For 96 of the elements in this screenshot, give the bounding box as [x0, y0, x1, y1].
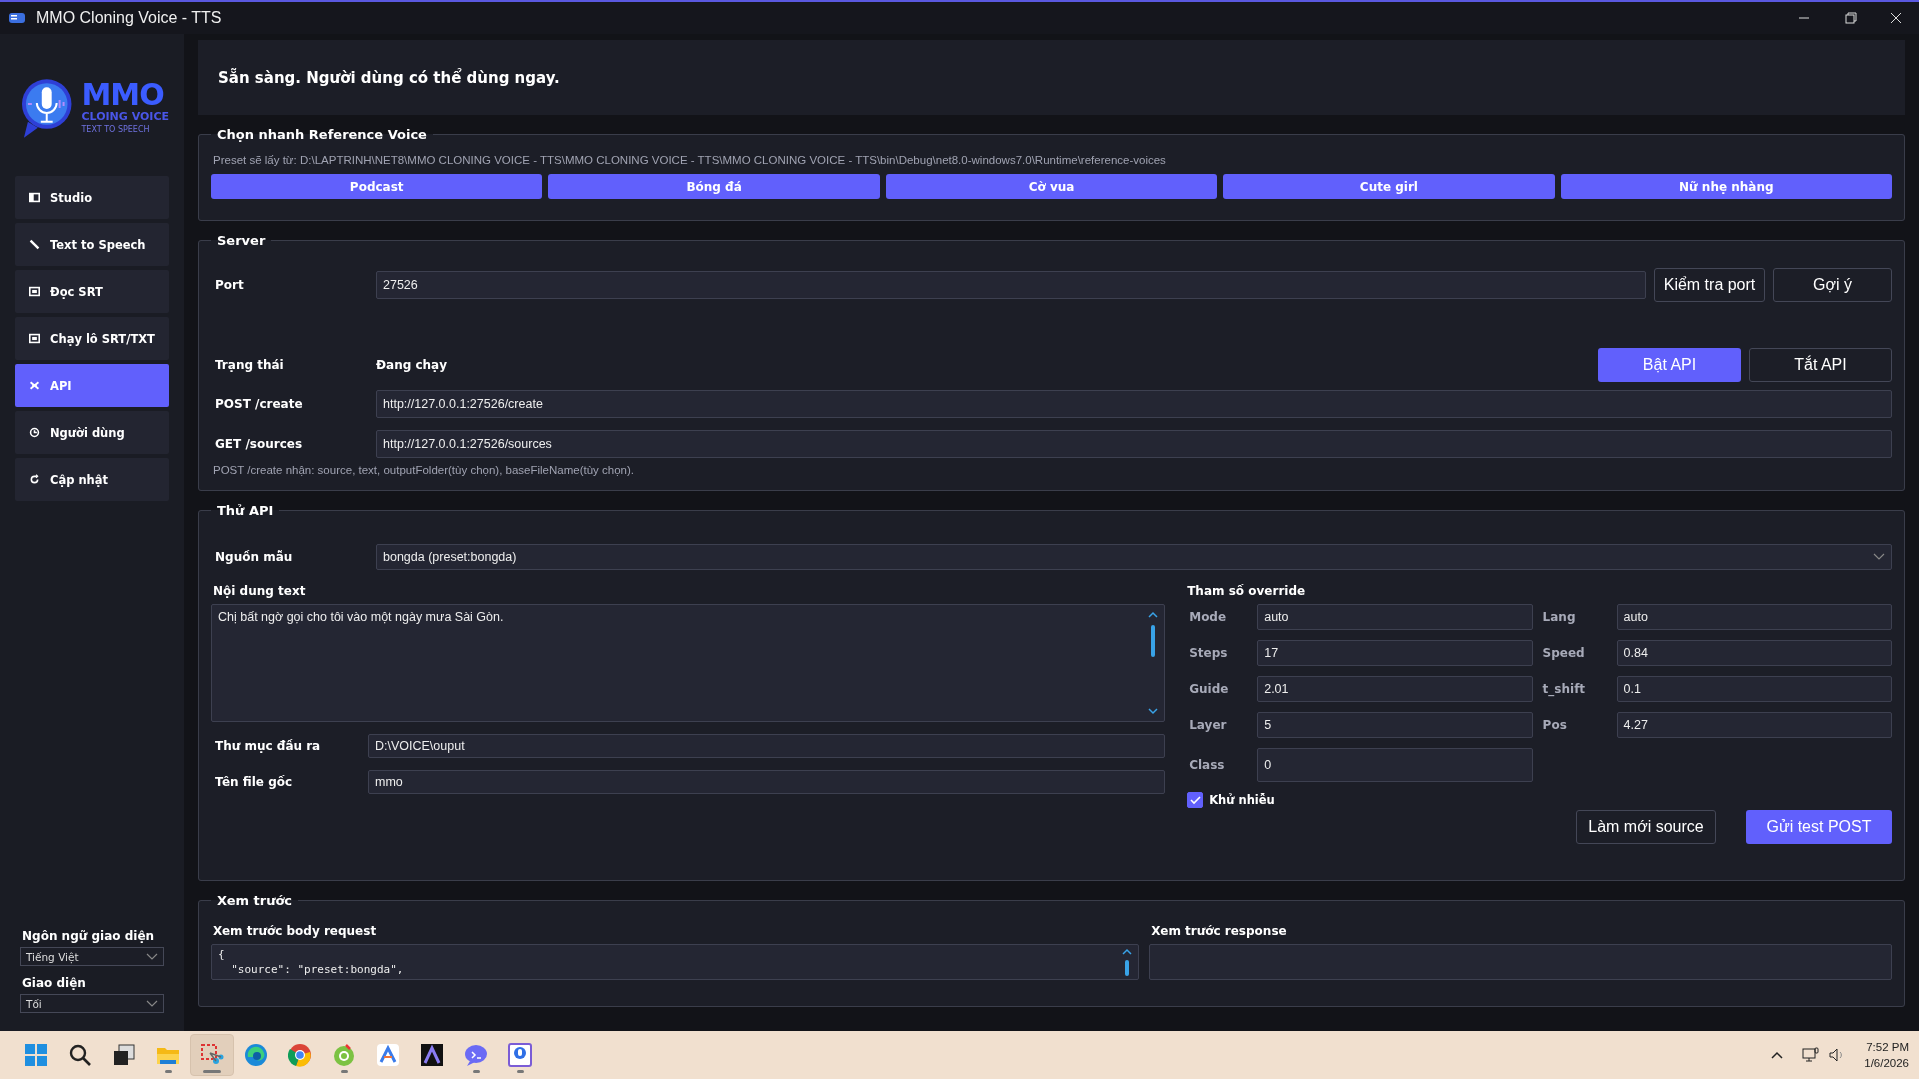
- preset-path-text: Preset sẽ lấy từ: D:\LAPTRINH\NET8\MMO CLONING VOICE - TTS\MMO CLONING VOICE - TTS\MMO CLONING VOICE - TTS\bin\Debug\net8.0-windows7.0\Runtime\reference-voices: [213, 154, 1167, 166]
- checkbox[interactable]: [1187, 792, 1204, 808]
- logo-title: MMO: [81, 79, 164, 110]
- input-field[interactable]: 0.1: [1616, 676, 1892, 702]
- field-label: POST /create: [214, 397, 304, 411]
- input-field[interactable]: 27526: [376, 271, 1646, 299]
- input-field[interactable]: mmo: [368, 770, 1166, 794]
- input-field[interactable]: D:\VOICE\ouput: [368, 734, 1166, 758]
- app-icon: [376, 1043, 400, 1067]
- field-label: Thư mục đầu ra: [214, 739, 322, 753]
- input-field[interactable]: 17: [1257, 640, 1533, 666]
- sidebar-item[interactable]: Studio: [15, 176, 169, 219]
- preset-button[interactable]: Bóng đá: [548, 174, 880, 199]
- input-field[interactable]: 4.27: [1616, 712, 1892, 738]
- field-label: Pos: [1541, 718, 1568, 732]
- chat-icon: [464, 1043, 488, 1067]
- sidebar-item[interactable]: Text to Speech: [15, 223, 169, 266]
- panel-title: Chọn nhanh Reference Voice: [216, 127, 428, 142]
- input-field[interactable]: 0: [1257, 748, 1533, 782]
- field-label: Mode: [1188, 610, 1228, 624]
- sidebar-item[interactable]: Chạy lô SRT/TXT: [15, 317, 169, 360]
- clock-time: 7:52 PM: [1866, 1040, 1909, 1055]
- field-label: Speed: [1541, 646, 1586, 660]
- field-label: Class: [1188, 758, 1226, 772]
- window-title: MMO Cloning Voice - TTS: [36, 9, 223, 27]
- api-button[interactable]: Bật API: [1598, 348, 1741, 382]
- panel-title: Thử API: [216, 503, 275, 518]
- chevron-up-icon: [1770, 1050, 1785, 1060]
- input-field[interactable]: 0.84: [1616, 640, 1892, 666]
- app-icon: [508, 1043, 532, 1067]
- input-field[interactable]: 5: [1257, 712, 1533, 738]
- field-label: GET /sources: [214, 437, 304, 451]
- api-button[interactable]: Tắt API: [1749, 348, 1892, 382]
- panel-icon: [29, 192, 40, 203]
- logo-subtitle: CLOING VOICE: [81, 109, 169, 124]
- field-label: Port: [214, 278, 245, 292]
- status-banner: Sẵn sàng. Người dùng có thể dùng ngay.: [198, 40, 1905, 115]
- sidebar-item[interactable]: Người dùng: [15, 411, 169, 454]
- windows-icon: [24, 1043, 48, 1067]
- app-icon: [8, 10, 26, 26]
- panel-title: Xem trước: [216, 893, 294, 908]
- scissors-icon: [200, 1043, 224, 1067]
- browser-icon: [332, 1043, 356, 1067]
- action-button[interactable]: Kiểm tra port: [1654, 268, 1765, 302]
- chevron-down-icon: [1873, 553, 1885, 561]
- browser-icon: [244, 1043, 268, 1067]
- status-value: Đang chạy: [376, 358, 449, 372]
- dropdown[interactable]: Tiếng Việt: [20, 947, 164, 966]
- action-button[interactable]: Gửi test POST: [1746, 810, 1892, 844]
- preset-button[interactable]: Cờ vua: [885, 174, 1218, 199]
- sidebar-item[interactable]: Đọc SRT: [15, 270, 169, 313]
- action-button[interactable]: Gợi ý: [1773, 268, 1892, 302]
- field-label: Xem trước response: [1150, 924, 1288, 938]
- field-label: Lang: [1541, 610, 1577, 624]
- task-view-icon: [112, 1043, 136, 1067]
- setting-label: Giao diện: [22, 976, 87, 990]
- text-area[interactable]: Chị bất ngờ gọi cho tôi vào một ngày mưa Sài Gòn.: [211, 604, 1166, 722]
- preset-button[interactable]: Cute girl: [1223, 174, 1555, 199]
- app-icon: [420, 1043, 444, 1067]
- panel-title: Server: [216, 233, 267, 248]
- field-label: Guide: [1188, 682, 1230, 696]
- action-button[interactable]: Làm mới source: [1576, 810, 1716, 844]
- section-title: Tham số override: [1186, 584, 1307, 598]
- checkbox-label: Khử nhiễu: [1209, 793, 1275, 807]
- field-label: Nội dung text: [212, 584, 307, 598]
- input-field[interactable]: http://127.0.0.1:27526/sources: [376, 430, 1892, 458]
- input-field[interactable]: auto: [1257, 604, 1533, 630]
- note-text: POST /create nhận: source, text, outputFolder(tùy chọn), baseFileName(tùy chọn).: [213, 464, 636, 476]
- clock-icon: [29, 427, 40, 438]
- preset-button[interactable]: Podcast: [211, 174, 543, 199]
- field-label: Trạng thái: [214, 358, 285, 372]
- setting-label: Ngôn ngữ giao diện: [22, 929, 156, 943]
- clock-date: 1/6/2026: [1864, 1056, 1909, 1071]
- dropdown[interactable]: bongda (preset:bongda): [376, 544, 1892, 570]
- field-label: Layer: [1188, 718, 1228, 732]
- field-label: Nguồn mẫu: [214, 550, 294, 564]
- logo-tagline: TEXT TO SPEECH: [81, 125, 150, 135]
- browser-icon: [288, 1043, 312, 1067]
- network-icon: [1802, 1047, 1821, 1063]
- search-icon: [68, 1043, 92, 1067]
- dropdown[interactable]: Tối: [20, 994, 164, 1013]
- preset-button[interactable]: Nữ nhẹ nhàng: [1560, 174, 1893, 199]
- field-label: Xem trước body request: [212, 924, 378, 938]
- input-field[interactable]: auto: [1616, 604, 1892, 630]
- field-label: Steps: [1188, 646, 1229, 660]
- field-label: t_shift: [1541, 682, 1587, 696]
- sidebar-item[interactable]: Cập nhật: [15, 458, 169, 501]
- input-field[interactable]: 2.01: [1257, 676, 1533, 702]
- chevron-down-icon: [146, 999, 158, 1008]
- chevron-down-icon: [146, 952, 158, 961]
- sidebar-item[interactable]: API: [15, 364, 169, 407]
- refresh-icon: [29, 474, 40, 485]
- input-field[interactable]: http://127.0.0.1:27526/create: [376, 390, 1892, 418]
- field-label: Tên file gốc: [214, 775, 294, 789]
- code-box[interactable]: { "source": "preset:bongda",: [211, 944, 1140, 980]
- scrollbar-drawing: [1122, 948, 1133, 978]
